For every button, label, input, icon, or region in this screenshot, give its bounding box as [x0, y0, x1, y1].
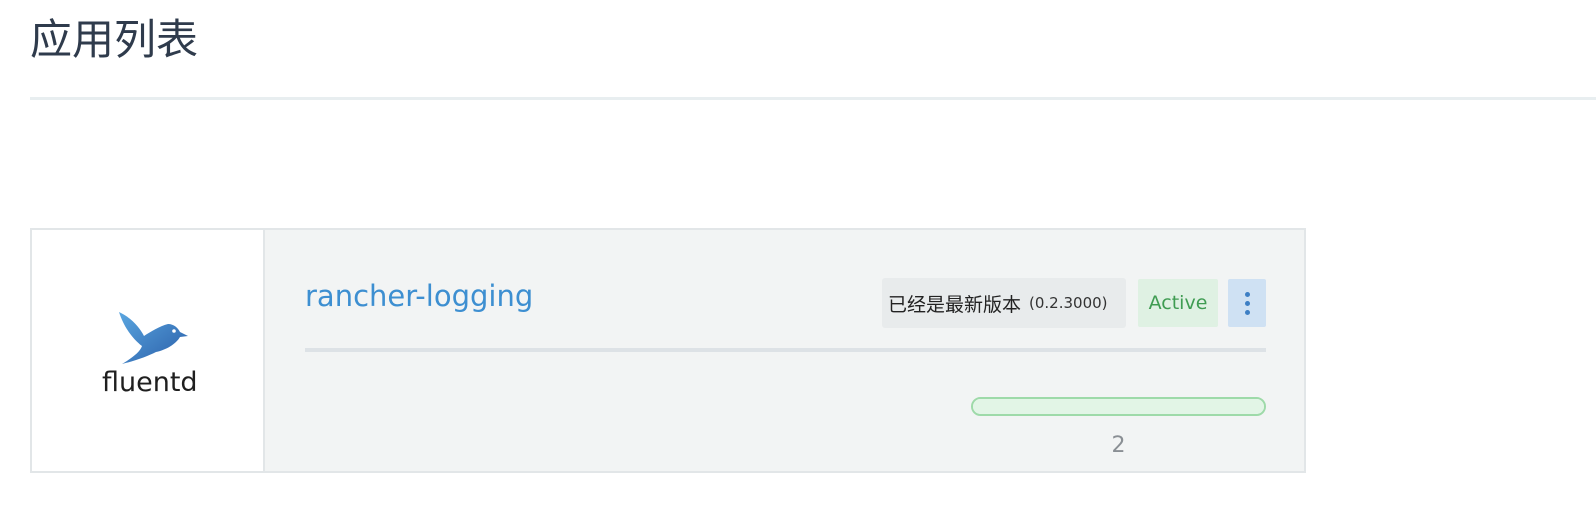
- fluentd-bird-icon: [119, 312, 188, 364]
- page-title: 应用列表: [30, 15, 199, 64]
- progress-bar: [971, 397, 1266, 416]
- fluentd-logo: fluentd: [102, 310, 198, 398]
- content-divider: [305, 348, 1266, 352]
- version-number: (0.2.3000): [1029, 294, 1108, 312]
- vertical-ellipsis-icon-dot: [1244, 309, 1250, 315]
- more-actions-button[interactable]: [1228, 279, 1266, 327]
- version-status-text: 已经是最新版本: [888, 293, 1022, 316]
- progress-fill: [973, 399, 1264, 414]
- app-card: fluentd rancher-logging 已经是最新版本 (0.2.300…: [30, 228, 1306, 473]
- fluentd-logo-text: fluentd: [102, 367, 198, 398]
- title-divider: [30, 97, 1596, 100]
- status-badge: Active: [1138, 279, 1218, 327]
- app-name-link[interactable]: rancher-logging: [305, 278, 533, 314]
- app-content-panel: rancher-logging 已经是最新版本 (0.2.3000) Activ…: [265, 230, 1304, 471]
- vertical-ellipsis-icon-dot: [1244, 300, 1250, 306]
- pod-count: 2: [1111, 433, 1126, 458]
- version-badge: 已经是最新版本 (0.2.3000): [882, 278, 1126, 328]
- app-logo-panel: fluentd: [32, 230, 265, 471]
- vertical-ellipsis-icon: [1244, 291, 1250, 297]
